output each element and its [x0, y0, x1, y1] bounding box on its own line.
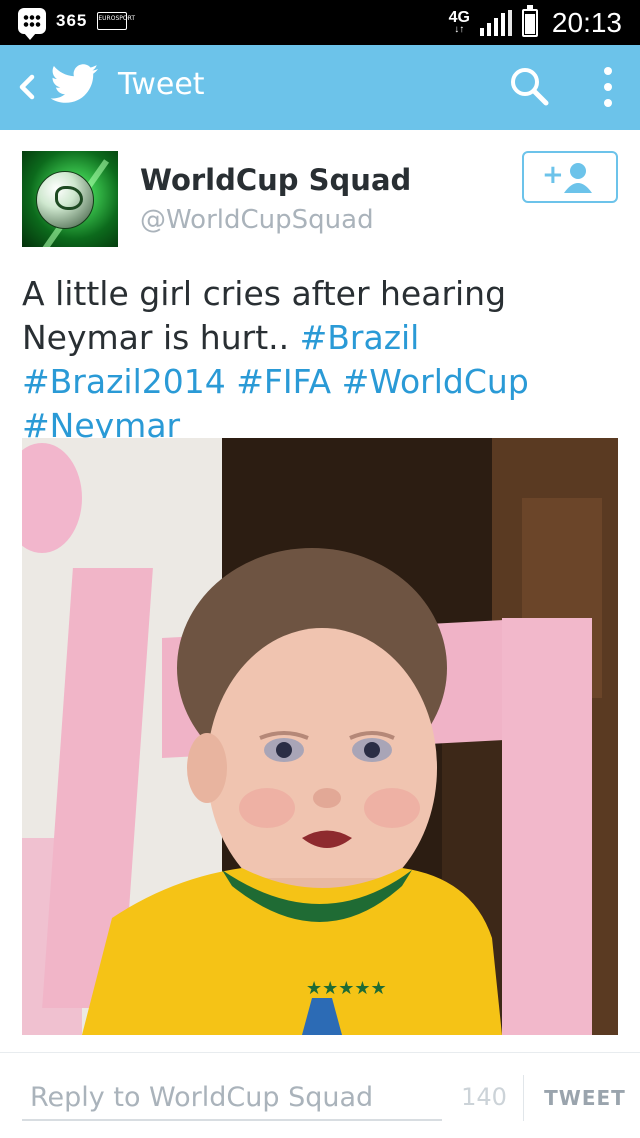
reply-input[interactable]	[22, 1075, 442, 1121]
network-type-label: 4G	[448, 8, 470, 26]
network-type: 4G ↓↑	[448, 8, 470, 35]
overflow-menu-button[interactable]	[596, 63, 620, 111]
hashtag-worldcup[interactable]: #WorldCup	[342, 362, 529, 401]
follow-button[interactable]: +	[522, 151, 618, 203]
reply-bar: 140 TWEET	[0, 1052, 640, 1138]
overflow-menu-icon	[604, 67, 612, 107]
twitter-bird-icon[interactable]	[50, 63, 100, 107]
hashtag-brazil2014[interactable]: #Brazil2014	[22, 362, 226, 401]
photo-girl-crying-illustration: ★★★★★	[22, 438, 618, 1035]
follow-user-icon: +	[542, 160, 592, 193]
hashtag-brazil[interactable]: #Brazil	[300, 318, 420, 357]
status-notifications: 365 EUROSPORT	[18, 8, 135, 40]
search-button[interactable]	[508, 65, 552, 109]
battery-icon	[521, 4, 538, 37]
user-handle[interactable]: @WorldCupSquad	[140, 205, 374, 235]
tweet-body: A little girl cries after hearing Neymar…	[22, 274, 507, 357]
eurosport-icon: EUROSPORT	[97, 12, 135, 30]
football-icon	[36, 171, 94, 229]
app-365-label: 365	[56, 11, 88, 30]
app-bar: Tweet	[0, 45, 640, 130]
tweet-photo[interactable]: ★★★★★	[22, 438, 618, 1035]
avatar[interactable]	[22, 151, 118, 247]
eurosport-label: EUROSPORT	[98, 15, 135, 22]
tweet-text: A little girl cries after hearing Neymar…	[22, 272, 622, 448]
svg-text:★★★★★: ★★★★★	[306, 978, 387, 999]
status-indicators: 4G ↓↑ 20:13	[449, 0, 622, 45]
app-bar-title: Tweet	[118, 67, 205, 102]
display-name[interactable]: WorldCup Squad	[140, 163, 411, 197]
svg-text:+: +	[542, 160, 564, 190]
tweet-button[interactable]: TWEET	[540, 1075, 630, 1121]
hashtag-fifa[interactable]: #FIFA	[236, 362, 331, 401]
clock: 20:13	[551, 6, 622, 38]
character-counter: 140	[461, 1083, 507, 1111]
bbm-icon	[18, 8, 46, 40]
back-button[interactable]	[12, 67, 42, 107]
search-icon	[511, 68, 549, 106]
app-365-icon: 365	[56, 11, 87, 31]
data-arrows-icon: ↓↑	[454, 23, 465, 35]
status-bar: 365 EUROSPORT 4G ↓↑ 20:13	[0, 0, 640, 45]
back-icon	[19, 74, 35, 100]
reply-divider	[523, 1075, 524, 1121]
signal-icon	[479, 9, 512, 36]
